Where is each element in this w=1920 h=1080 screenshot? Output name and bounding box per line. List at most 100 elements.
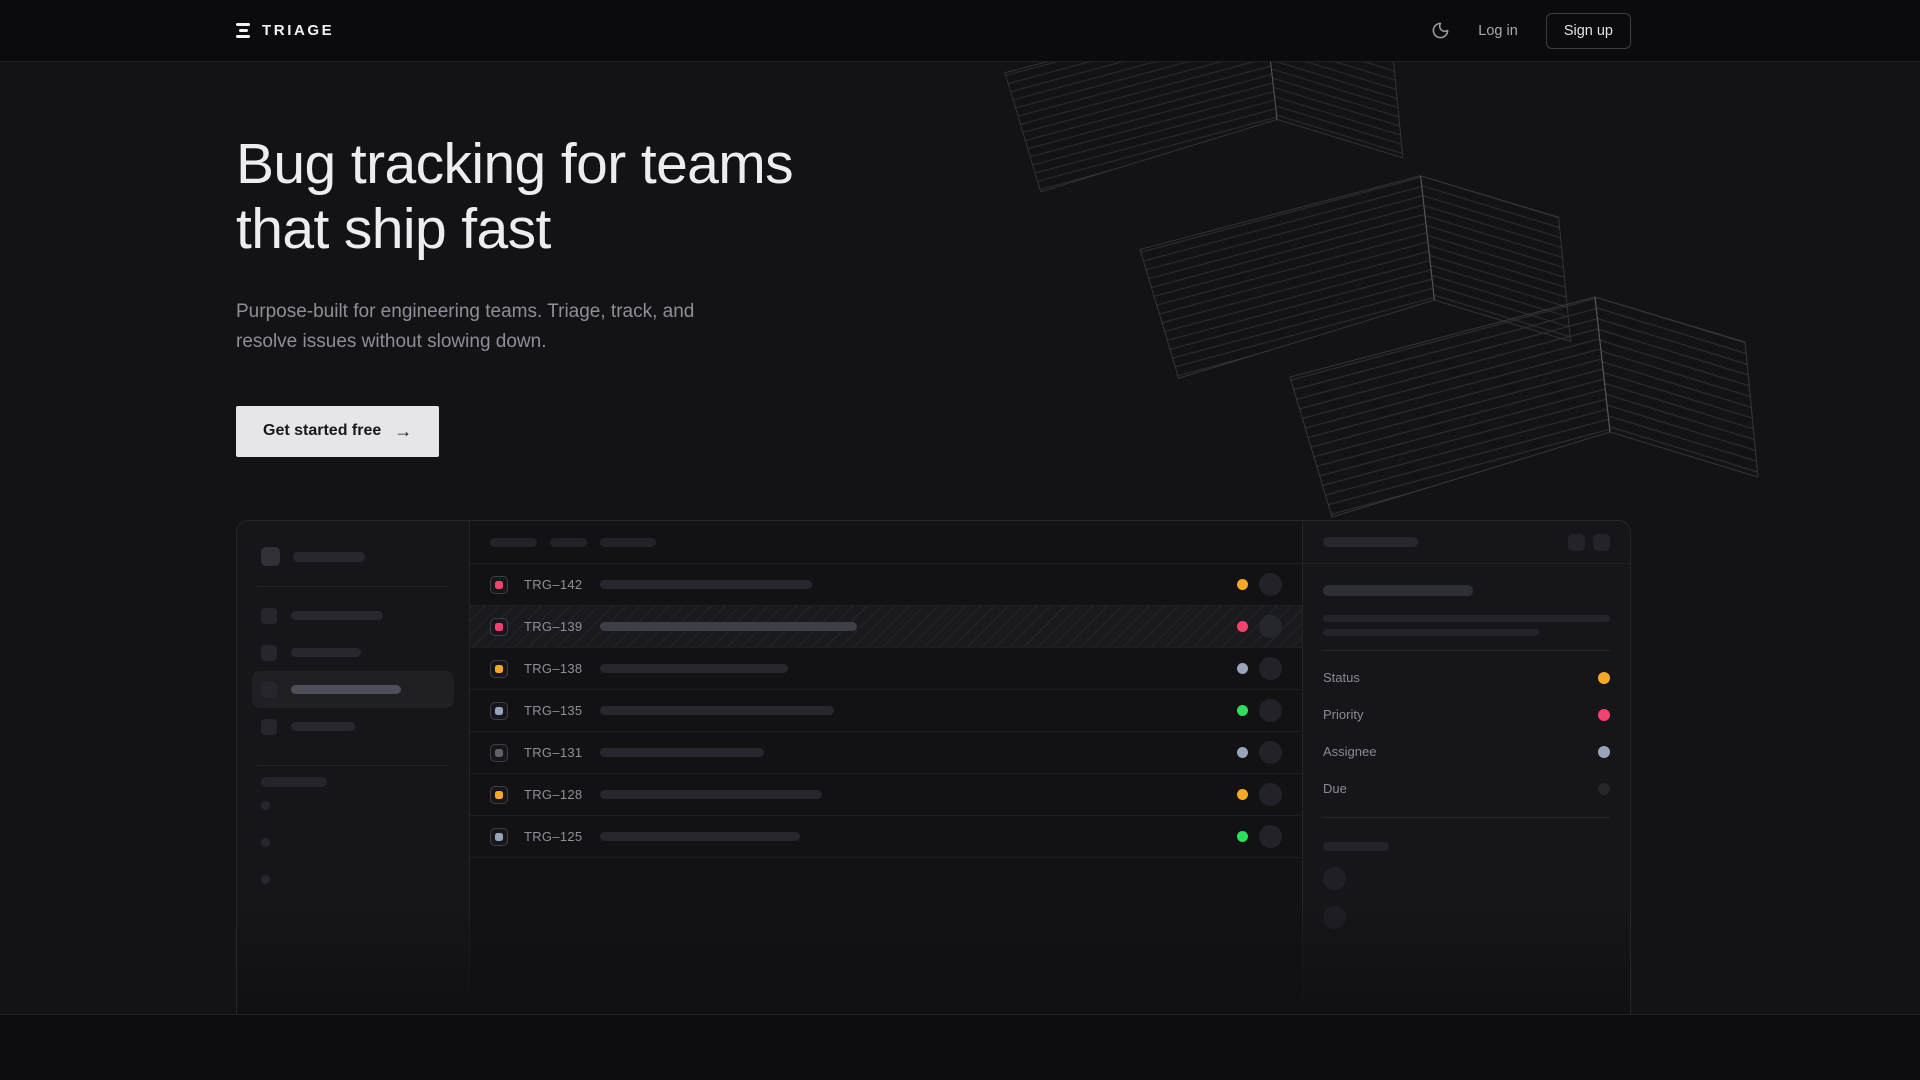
detail-action-button[interactable] <box>1568 534 1585 551</box>
moon-icon <box>1431 21 1450 40</box>
mockup-issue-list: TRG–142 TRG–139 TRG–138 TRG–135 <box>470 521 1303 1015</box>
issue-row[interactable]: TRG–138 <box>470 648 1302 690</box>
status-dot <box>1237 663 1248 674</box>
issue-id: TRG–142 <box>524 577 588 592</box>
detail-body-skeleton <box>1323 629 1539 636</box>
sidebar-dot-item[interactable] <box>261 861 445 898</box>
field-label: Assignee <box>1323 744 1376 759</box>
field-value-dot <box>1598 746 1610 758</box>
signup-button[interactable]: Sign up <box>1546 13 1631 49</box>
sidebar-dot-item[interactable] <box>261 787 445 824</box>
login-link[interactable]: Log in <box>1478 23 1518 39</box>
detail-header <box>1303 521 1630 564</box>
issue-title-skeleton <box>600 832 800 841</box>
navbar: TRIAGE Log in Sign up <box>0 0 1920 62</box>
issue-row[interactable]: TRG–131 <box>470 732 1302 774</box>
detail-body-skeleton <box>1323 615 1610 622</box>
activity-label-skeleton <box>1323 842 1389 851</box>
issue-type-dot <box>495 581 503 589</box>
dot-skeleton <box>261 801 270 810</box>
assignee-avatar <box>1259 741 1282 764</box>
workspace-avatar <box>261 547 280 566</box>
nav-item-icon-skeleton <box>261 645 277 661</box>
assignee-avatar <box>1259 573 1282 596</box>
toolbar-pill-skeleton <box>550 538 587 547</box>
detail-field-row[interactable]: Due <box>1323 770 1610 807</box>
issue-id: TRG–139 <box>524 619 588 634</box>
footer <box>0 1015 1920 1080</box>
workspace-name-skeleton <box>293 552 365 562</box>
issue-title-skeleton <box>600 664 788 673</box>
dot-skeleton <box>261 838 270 847</box>
issue-row[interactable]: TRG–142 <box>470 564 1302 606</box>
issue-title-skeleton <box>600 790 822 799</box>
issue-id: TRG–135 <box>524 703 588 718</box>
issue-row[interactable]: TRG–135 <box>470 690 1302 732</box>
sidebar-dot-list <box>261 787 445 898</box>
field-label: Priority <box>1323 707 1363 722</box>
detail-header-skeleton <box>1323 537 1418 547</box>
issue-row-highlighted[interactable]: TRG–139 <box>470 606 1302 648</box>
issue-rows: TRG–142 TRG–139 TRG–138 TRG–135 <box>470 564 1302 858</box>
issue-row[interactable]: TRG–125 <box>470 816 1302 858</box>
section-label-skeleton <box>261 777 327 787</box>
nav-actions: Log in Sign up <box>1431 13 1631 49</box>
mockup-sidebar <box>237 521 470 1015</box>
brand-name: TRIAGE <box>262 22 334 39</box>
issue-type-icon <box>490 618 508 636</box>
nav-item-label-skeleton <box>291 722 355 731</box>
hero-title: Bug tracking for teamsthat ship fast <box>236 62 1631 262</box>
comment-avatar <box>1323 906 1346 929</box>
workspace-switcher[interactable] <box>261 547 445 566</box>
nav-item-icon-skeleton <box>261 719 277 735</box>
assignee-avatar <box>1259 657 1282 680</box>
field-value-dot <box>1598 709 1610 721</box>
issue-title-skeleton <box>600 580 812 589</box>
status-dot <box>1237 831 1248 842</box>
detail-fields: Status Priority Assignee Due <box>1323 659 1610 807</box>
assignee-avatar <box>1259 699 1282 722</box>
status-dot <box>1237 747 1248 758</box>
status-dot <box>1237 621 1248 632</box>
activity-avatars <box>1323 867 1610 929</box>
dot-skeleton <box>261 875 270 884</box>
issue-type-icon <box>490 786 508 804</box>
theme-toggle-button[interactable] <box>1431 21 1450 40</box>
get-started-button[interactable]: Get started free → <box>236 406 439 457</box>
issue-type-dot <box>495 707 503 715</box>
field-label: Due <box>1323 781 1347 796</box>
issue-type-icon <box>490 828 508 846</box>
sidebar-nav-item[interactable] <box>252 708 454 745</box>
detail-field-row[interactable]: Status <box>1323 659 1610 696</box>
divider <box>1323 650 1610 651</box>
detail-field-row[interactable]: Priority <box>1323 696 1610 733</box>
nav-item-icon-skeleton <box>261 608 277 624</box>
issue-type-dot <box>495 791 503 799</box>
issue-type-icon <box>490 702 508 720</box>
assignee-avatar <box>1259 615 1282 638</box>
toolbar-pill-skeleton <box>600 538 656 547</box>
mockup-toolbar <box>470 521 1302 564</box>
sidebar-nav-item-active[interactable] <box>252 671 454 708</box>
assignee-avatar <box>1259 825 1282 848</box>
issue-id: TRG–125 <box>524 829 588 844</box>
sidebar-dot-item[interactable] <box>261 824 445 861</box>
divider <box>257 765 449 766</box>
sidebar-nav-item[interactable] <box>252 634 454 671</box>
nav-item-label-skeleton <box>291 648 361 657</box>
issue-type-dot <box>495 665 503 673</box>
app-mockup: TRG–142 TRG–139 TRG–138 TRG–135 <box>236 520 1631 1015</box>
detail-action-button[interactable] <box>1593 534 1610 551</box>
detail-header-actions <box>1568 534 1610 551</box>
field-value-dot <box>1598 783 1610 795</box>
issue-title-skeleton <box>600 748 764 757</box>
sidebar-nav-item[interactable] <box>252 597 454 634</box>
issue-type-icon <box>490 576 508 594</box>
issue-type-dot <box>495 749 503 757</box>
issue-id: TRG–131 <box>524 745 588 760</box>
nav-item-label-skeleton <box>291 611 383 620</box>
brand[interactable]: TRIAGE <box>236 22 334 39</box>
detail-field-row[interactable]: Assignee <box>1323 733 1610 770</box>
issue-row[interactable]: TRG–128 <box>470 774 1302 816</box>
issue-id: TRG–128 <box>524 787 588 802</box>
